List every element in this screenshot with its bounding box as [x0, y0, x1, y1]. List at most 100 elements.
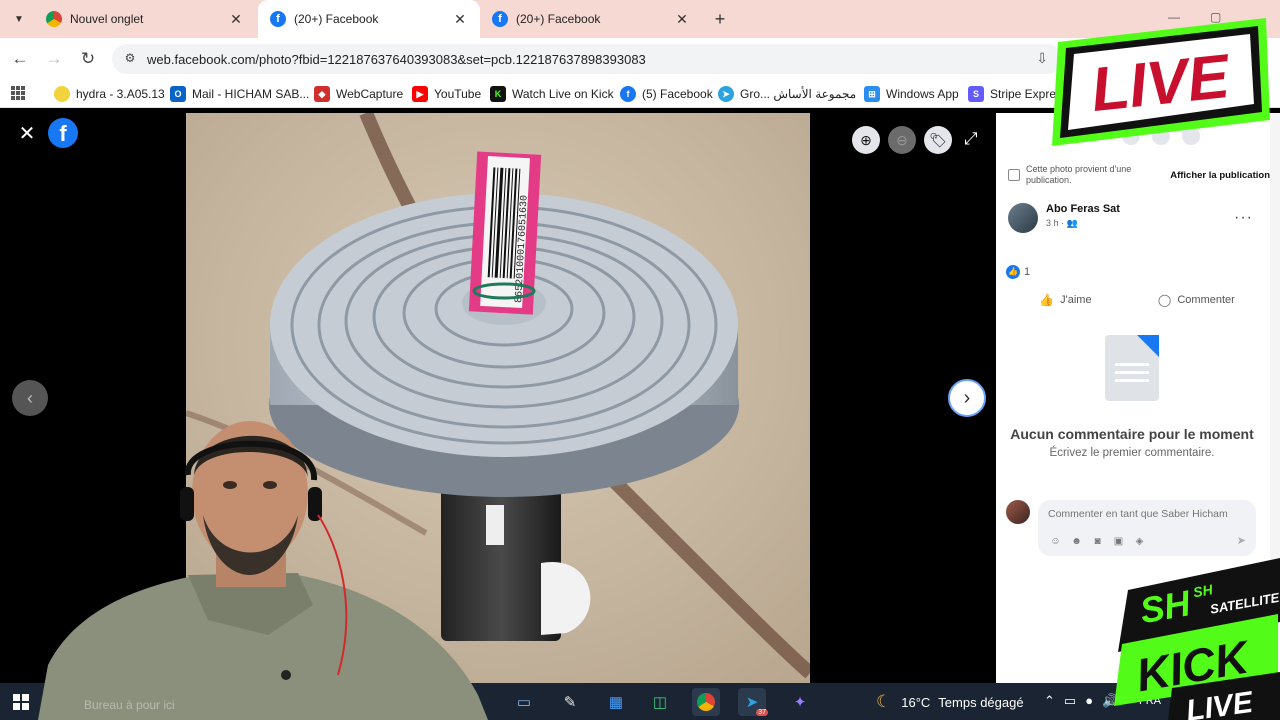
tab-title: (20+) Facebook [516, 12, 601, 26]
tab-search-button[interactable]: ▼ [6, 7, 32, 31]
close-icon[interactable]: ✕ [228, 11, 244, 28]
store-app-icon[interactable]: ◫ [646, 688, 674, 716]
post-icon [1008, 169, 1020, 181]
comment-input[interactable] [1048, 508, 1253, 520]
bookmark-label: Mail - HICHAM SAB... [192, 87, 310, 101]
facebook-icon: f [620, 86, 636, 102]
streamer-image [38, 421, 488, 720]
bookmark-windows-app[interactable]: ⊞ Windows App [864, 85, 959, 103]
chrome-icon [46, 11, 62, 27]
weather-condition: Temps dégagé [938, 694, 1024, 710]
chevron-up-icon[interactable]: ⌃ [1044, 693, 1055, 709]
kick-sh-text: SH [1137, 582, 1194, 631]
screen: ▼ Nouvel onglet ✕ f (20+) Facebook ✕ f (… [0, 0, 1280, 720]
comment-composer: ☺ ☻ ◙ ▣ ◈ ➤ [1006, 500, 1256, 556]
bookmark-hydra[interactable]: hydra - 3.A05.13 [54, 85, 165, 103]
tab-facebook[interactable]: f (20+) Facebook ✕ [480, 0, 702, 38]
sticker-icon[interactable]: ◈ [1132, 534, 1147, 549]
temperature: 16°C [901, 694, 931, 710]
windows-icon: ⊞ [864, 86, 880, 102]
post-actions: 👍 J'aime ◯ Commenter [1006, 287, 1268, 313]
tab-facebook-active[interactable]: f (20+) Facebook ✕ [258, 0, 480, 38]
tab-title: (20+) Facebook [294, 12, 379, 26]
comment-box[interactable]: ☺ ☻ ◙ ▣ ◈ ➤ [1038, 500, 1256, 556]
bookmark-webcapture[interactable]: ◆ WebCapture [314, 85, 403, 103]
paint-app-icon[interactable]: ✎ [556, 688, 584, 716]
comment-button[interactable]: ◯ Commenter [1158, 293, 1235, 307]
like-button[interactable]: 👍 J'aime [1039, 293, 1091, 307]
more-options-button[interactable]: ··· [1234, 209, 1253, 227]
emoji-icon[interactable]: ☻ [1069, 534, 1084, 549]
telegram-taskbar-icon[interactable]: ➤ 37 [738, 688, 768, 716]
telegram-icon: ➤ [718, 86, 734, 102]
live-text: LIVE [1088, 42, 1234, 125]
webcam-caption: Bureau à pour ici [84, 698, 175, 712]
bookmark-label: WebCapture [336, 87, 404, 101]
weather-widget[interactable]: ☾ 16°C Temps dégagé [876, 692, 1024, 712]
facebook-logo[interactable]: f [48, 118, 78, 148]
live-badge-graphic: LIVE [1052, 18, 1270, 146]
tab-new-tab[interactable]: Nouvel onglet ✕ [34, 0, 256, 38]
site-settings-icon[interactable]: ⚙ [122, 51, 138, 67]
bookmark-label: Windows App [886, 87, 959, 101]
reload-icon[interactable]: ↻ [76, 47, 100, 71]
post-time[interactable]: 3 h · 👥 [1046, 218, 1120, 229]
laptop-app-icon[interactable]: ▭ [510, 688, 538, 716]
camera-icon[interactable]: ◙ [1090, 534, 1105, 549]
webcam-overlay [38, 405, 488, 720]
zoom-out-icon[interactable]: ⊖ [888, 126, 916, 154]
close-icon[interactable]: ✕ [674, 11, 690, 28]
empty-title: Aucun commentaire pour le moment [1010, 426, 1254, 442]
calculator-icon[interactable]: ▦ [602, 688, 630, 716]
post-source-notice: Cette photo provient d'une publication. … [1008, 161, 1270, 189]
empty-subtitle: Écrivez le premier commentaire. [1049, 447, 1215, 459]
tab-title: Nouvel onglet [70, 12, 144, 26]
thumbs-up-icon: 👍 [1039, 293, 1055, 307]
reaction-count: 1 [1024, 266, 1031, 278]
document-icon [1105, 335, 1159, 401]
bookmark-mail[interactable]: O Mail - HICHAM SAB... [170, 85, 309, 103]
forward-arrow-icon[interactable]: → [42, 47, 66, 71]
kick-icon: K [490, 86, 506, 102]
close-viewer-button[interactable]: ✕ [16, 123, 38, 145]
avatar-sticker-icon[interactable]: ☺ [1048, 534, 1063, 549]
comment-icon: ◯ [1157, 293, 1172, 307]
satellite-app-icon[interactable]: ✦ [786, 688, 814, 716]
bookmark-facebook[interactable]: f (5) Facebook [620, 85, 713, 103]
network-icon[interactable]: ▭ [1064, 693, 1076, 709]
url-text[interactable]: web.facebook.com/photo?fbid=122187637640… [147, 52, 646, 67]
bookmark-youtube[interactable]: ▶ YouTube [412, 85, 481, 103]
address-bar[interactable]: ⚙ web.facebook.com/photo?fbid=1221876376… [112, 44, 1062, 74]
facebook-icon: f [492, 11, 508, 27]
back-arrow-icon[interactable]: ← [8, 47, 32, 71]
gif-icon[interactable]: ▣ [1111, 534, 1126, 549]
comment-tools: ☺ ☻ ◙ ▣ ◈ [1048, 534, 1147, 549]
youtube-icon: ▶ [412, 86, 428, 102]
zoom-in-icon[interactable]: ⊕ [852, 126, 880, 154]
avatar[interactable] [1008, 203, 1038, 233]
reactions-summary[interactable]: 👍 1 [1006, 265, 1030, 279]
bookmark-telegram-group[interactable]: ➤ Gro... مجموعة الأساش [718, 85, 856, 103]
like-label: J'aime [1060, 294, 1092, 306]
author-name[interactable]: Abo Feras Sat [1046, 203, 1120, 215]
close-icon[interactable]: ✕ [452, 11, 468, 28]
bookmark-label: Watch Live on Kick [512, 87, 614, 101]
bookmark-label: YouTube [434, 87, 482, 101]
like-reaction-icon: 👍 [1006, 265, 1020, 279]
fullscreen-icon[interactable]: ⤢ [964, 129, 978, 149]
chrome-taskbar-icon[interactable] [692, 688, 720, 716]
bookmark-kick[interactable]: K Watch Live on Kick [490, 85, 614, 103]
avatar[interactable] [1006, 500, 1030, 524]
send-icon[interactable]: ➤ [1237, 534, 1246, 547]
new-tab-button[interactable]: + [708, 8, 732, 30]
windows-start-icon[interactable] [13, 694, 29, 710]
no-comments-state: Aucun commentaire pour le moment Écrivez… [1008, 335, 1256, 459]
view-post-link[interactable]: Afficher la publication [1170, 170, 1270, 181]
apps-grid-icon[interactable] [11, 86, 25, 100]
microphone-icon[interactable]: ● [1085, 693, 1093, 709]
live-badge: LIVE [1044, 12, 1276, 152]
post-author: Abo Feras Sat 3 h · 👥 [1008, 203, 1120, 233]
bulb-icon [54, 86, 70, 102]
tag-icon[interactable]: 🏷 [924, 126, 952, 154]
next-photo-button[interactable]: › [948, 379, 986, 417]
